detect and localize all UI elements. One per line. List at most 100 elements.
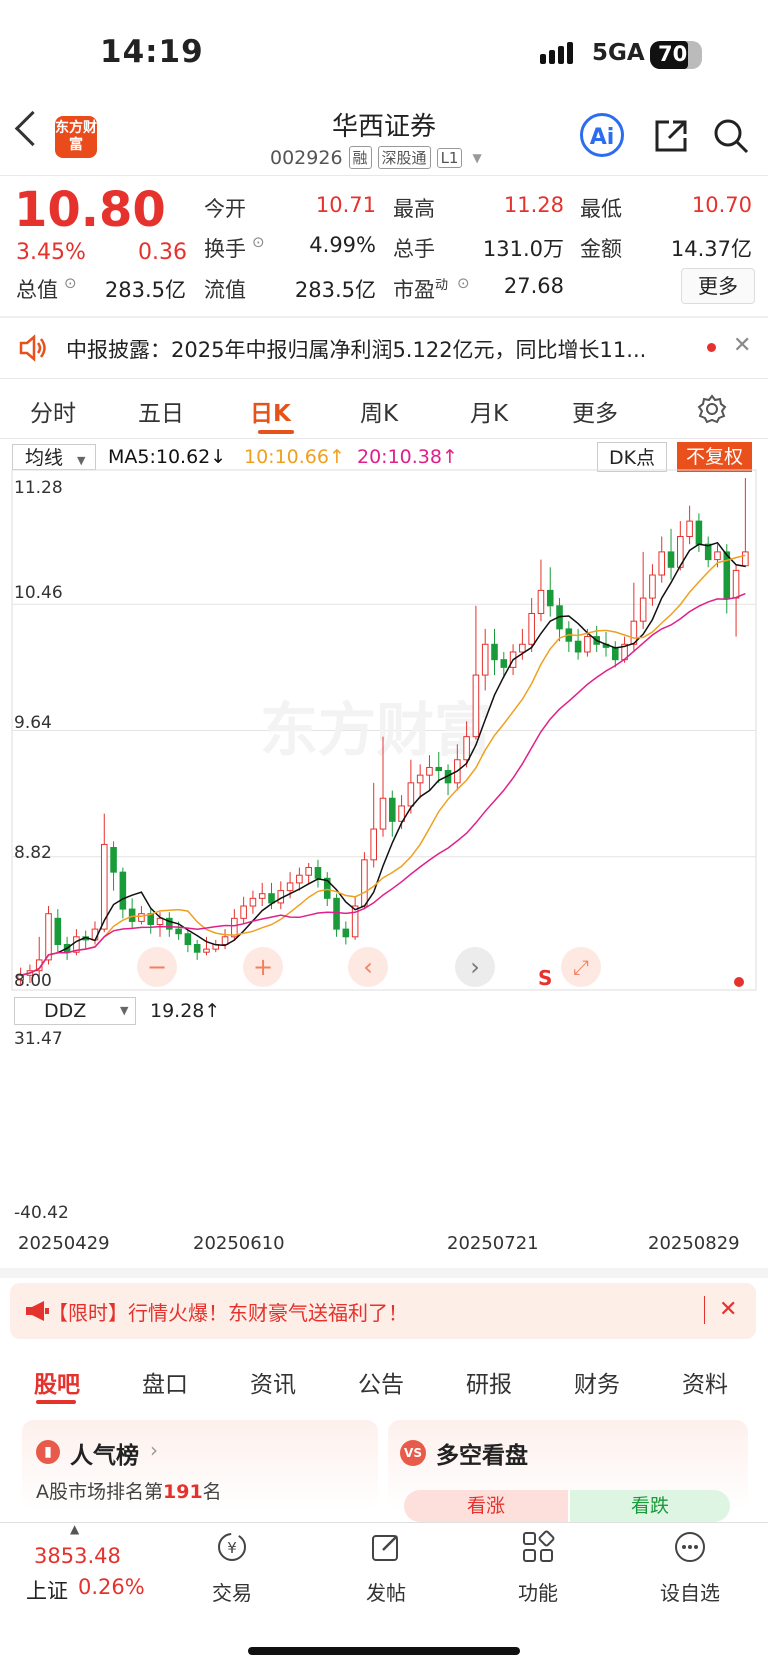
share-icon[interactable]	[653, 118, 689, 154]
pe-label-text: 市盈	[393, 278, 435, 302]
candle-body	[649, 574, 656, 599]
tab-five-day[interactable]: 五日	[138, 394, 184, 428]
index-name: 上证	[26, 1579, 68, 1603]
candle-body	[723, 551, 731, 599]
candle-body	[695, 520, 703, 545]
popularity-title: 人气榜	[70, 1443, 139, 1469]
low-label: 最低	[580, 197, 622, 221]
pe-value: 27.68	[503, 274, 564, 298]
candle-body	[156, 917, 164, 925]
candle-body	[110, 847, 117, 873]
info-icon[interactable]: ⊙	[64, 274, 77, 292]
fullscreen-icon[interactable]: ⤢	[561, 947, 601, 987]
candle-body	[203, 948, 210, 953]
candle-body	[537, 589, 545, 614]
signal-icon	[540, 42, 573, 64]
low-value: 10.70	[691, 193, 752, 217]
pe-label: 市盈动	[393, 274, 448, 304]
candle-body	[528, 612, 535, 645]
nav-functions[interactable]: 功能	[498, 1530, 578, 1606]
grid-icon	[523, 1530, 555, 1562]
index-value[interactable]: 3853.48	[34, 1544, 121, 1568]
close-icon[interactable]: ✕	[733, 333, 751, 358]
tab-pankou[interactable]: 盘口	[142, 1365, 188, 1399]
bull-bear-title: 多空看盘	[436, 1443, 528, 1469]
scroll-left-button[interactable]: ‹	[348, 947, 388, 987]
nav-add-watchlist-label: 设自选	[660, 1581, 720, 1605]
edit-icon	[372, 1535, 398, 1561]
candle-body	[54, 917, 62, 946]
candle-body	[389, 797, 396, 822]
tab-daily-k[interactable]: 日K	[250, 394, 291, 428]
zoom-out-button[interactable]: −	[137, 947, 177, 987]
candle-body	[175, 928, 182, 935]
tab-research[interactable]: 研报	[466, 1365, 512, 1399]
tab-more[interactable]: 更多	[572, 394, 618, 428]
ai-assistant-button[interactable]: Ai	[580, 113, 624, 157]
tab-intraday[interactable]: 分时	[30, 394, 76, 428]
candle-body	[611, 646, 619, 661]
candle-body	[138, 913, 145, 922]
nav-trade[interactable]: ¥ 交易	[192, 1530, 272, 1606]
candle-body	[370, 828, 377, 861]
candle-body	[686, 520, 693, 538]
volume-label: 总手	[393, 237, 435, 261]
notice-text[interactable]: 中报披露：2025年中报归属净利润5.122亿元，同比增长11...	[66, 334, 686, 364]
chevron-down-icon: ▼	[120, 1004, 129, 1017]
chart-icon: ▮	[36, 1440, 60, 1464]
candle-body	[667, 551, 675, 568]
divider	[704, 1296, 705, 1324]
more-button[interactable]: 更多	[681, 268, 755, 304]
kline-chart[interactable]: 东方财富	[0, 440, 768, 1000]
tab-weekly-k[interactable]: 周K	[360, 394, 398, 428]
home-indicator	[248, 1647, 520, 1655]
candle-body	[314, 867, 322, 879]
turnover-label: 换手	[204, 237, 246, 261]
open-label: 今开	[204, 197, 246, 221]
battery-icon: 70	[650, 41, 702, 69]
nav-add-watchlist[interactable]: 设自选	[650, 1530, 730, 1606]
bullish-button[interactable]: 看涨	[404, 1490, 568, 1522]
candle-body	[296, 874, 303, 884]
unread-dot	[707, 343, 716, 352]
pe-dynamic-mark: 动	[435, 278, 449, 293]
candle-body	[732, 569, 740, 599]
volume-value: 131.0万	[482, 237, 564, 261]
candle-body	[481, 643, 489, 676]
candle-body	[519, 643, 526, 653]
chevron-down-icon[interactable]: ▼	[472, 151, 481, 165]
svg-text:¥: ¥	[227, 1539, 237, 1557]
candle-body	[574, 640, 582, 653]
close-icon[interactable]: ✕	[719, 1297, 737, 1322]
gear-icon[interactable]	[697, 394, 727, 424]
active-tab-indicator	[258, 430, 294, 434]
tag-margin: 融	[348, 146, 372, 169]
tab-news[interactable]: 资讯	[250, 1365, 296, 1399]
amount-value: 14.37亿	[670, 237, 752, 261]
nav-trade-label: 交易	[212, 1581, 252, 1605]
float-cap-label: 流值	[204, 278, 246, 302]
candle-body	[240, 905, 247, 919]
tab-announcements[interactable]: 公告	[358, 1365, 404, 1399]
search-icon[interactable]	[712, 117, 750, 155]
bearish-button[interactable]: 看跌	[570, 1490, 730, 1522]
scroll-right-button[interactable]: ›	[455, 947, 495, 987]
tab-finance[interactable]: 财务	[574, 1365, 620, 1399]
nav-post[interactable]: 发帖	[346, 1530, 426, 1606]
stock-code-row: 002926 融 深股通 L1 ▼	[270, 146, 482, 169]
battery-level: 70	[658, 42, 688, 66]
index-pct: 0.26%	[78, 1575, 145, 1599]
rank-number: 191	[163, 1481, 203, 1503]
candle-body	[351, 905, 359, 938]
candle-body	[658, 551, 666, 576]
zoom-in-button[interactable]: +	[243, 947, 283, 987]
tab-monthly-k[interactable]: 月K	[470, 394, 508, 428]
info-icon[interactable]: ⊙	[252, 233, 265, 251]
y-label-2: 10.46	[14, 583, 63, 603]
float-cap-value: 283.5亿	[294, 278, 376, 302]
tab-profile[interactable]: 资料	[682, 1365, 728, 1399]
tab-guba[interactable]: 股吧	[34, 1365, 80, 1399]
date-label: 20250721	[447, 1233, 539, 1254]
megaphone-icon	[26, 1301, 49, 1321]
candle-body	[286, 882, 294, 892]
